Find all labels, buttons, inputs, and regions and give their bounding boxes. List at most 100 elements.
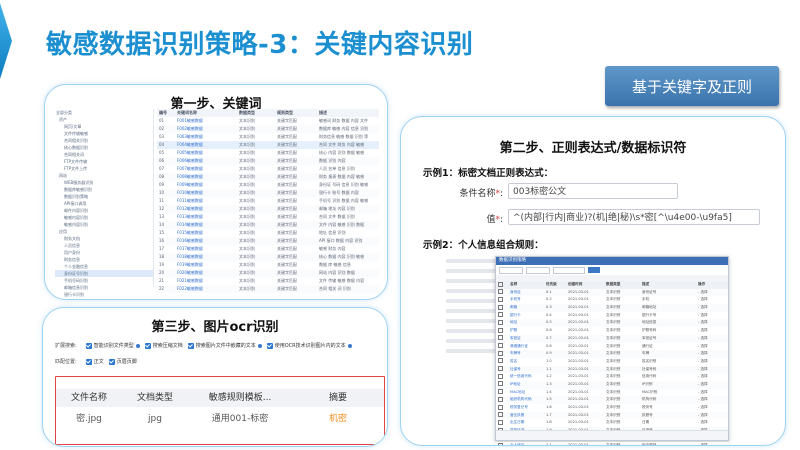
table-row[interactable]: 组织机构代码 1.5 2021-03-01 文本识别 机构代码 - 选择 — [496, 396, 728, 404]
table-row[interactable]: 13 F013敏感数据 文本识别 关键字匹配 合同 文件 数据 识别 — [157, 213, 379, 221]
table-row[interactable]: 密.jpg jpg 通用001-标密 机密 — [56, 407, 384, 431]
table-cell[interactable]: F006敏感数据 — [175, 157, 237, 165]
table-row[interactable]: 港澳通行证 0.8 2021-03-01 文本识别 通行证 - 选择 — [496, 343, 728, 351]
tree-item[interactable]: 邮箱信息识别 — [55, 284, 153, 291]
table-row[interactable]: 邮箱 0.3 2021-03-01 文本识别 邮箱地址 - 选择 — [496, 304, 728, 312]
checkbox[interactable] — [85, 342, 92, 349]
row-checkbox[interactable] — [498, 389, 503, 395]
table-cell[interactable]: - 选择 — [696, 296, 728, 304]
row-checkbox[interactable] — [498, 366, 503, 372]
table-row[interactable]: 21 F021敏感数据 文本识别 关键字匹配 文件 传输 敏感 数据 内容 — [157, 277, 379, 285]
table-row[interactable]: 08 F008敏感数据 文本识别 关键字匹配 财务 报表 数据 内容 敏感 — [157, 173, 379, 181]
table-cell[interactable]: F021敏感数据 — [175, 277, 237, 285]
table-cell[interactable]: F001敏感数据 — [175, 117, 237, 125]
column-header[interactable]: 优先级 — [544, 281, 566, 289]
checkbox[interactable] — [85, 358, 92, 365]
table-row[interactable]: 银行卡 0.4 2021-03-01 文本识别 银行卡号 - 选择 — [496, 312, 728, 320]
table-row[interactable]: 税务登记号 1.6 2021-03-01 文本识别 税务号 - 选择 — [496, 404, 728, 412]
table-cell[interactable]: F016敏感数据 — [175, 237, 237, 245]
row-checkbox[interactable] — [498, 419, 503, 425]
row-checkbox[interactable] — [498, 327, 503, 333]
table-cell[interactable]: - 选择 — [696, 389, 728, 397]
table-row[interactable]: 22 F022敏感数据 文本识别 关键字匹配 合同 相关 词 识别 — [157, 285, 379, 293]
tree-item[interactable]: 财务信息 — [55, 256, 153, 263]
table-cell[interactable]: - 选择 — [696, 327, 728, 335]
table-cell[interactable]: F007敏感数据 — [175, 165, 237, 173]
table-row[interactable]: 个人综合 2.1 2021-03-01 文本识别 组合规则 - 选择 — [496, 442, 728, 445]
table-row[interactable]: 11 F011敏感数据 文本识别 关键字匹配 手机号 识别 数据 内容 敏感 — [157, 197, 379, 205]
table-row[interactable]: 20 F020敏感数据 文本识别 关键字匹配 网站 内容 识别 数据 — [157, 269, 379, 277]
tree-item[interactable]: 银行卡识别 — [55, 291, 153, 298]
row-checkbox[interactable] — [498, 289, 503, 295]
tree-item[interactable]: WEB服务器识别 — [55, 179, 153, 186]
tree-item[interactable]: 身份证号识别 — [55, 270, 153, 277]
column-header[interactable]: 创建时间 — [566, 281, 604, 289]
table-row[interactable]: 地址 0.5 2021-03-01 文本识别 地址信息 - 选择 — [496, 319, 728, 328]
table-row[interactable]: MAC地址 1.4 2021-03-01 文本识别 MAC识别 - 选择 — [496, 389, 728, 397]
column-header[interactable]: 文档类型 — [122, 389, 188, 407]
tree-item[interactable]: 用户身份 — [55, 249, 153, 256]
tree-item[interactable]: 财务文档 — [55, 235, 153, 242]
row-checkbox[interactable] — [498, 381, 503, 387]
table-row[interactable]: 车牌号 0.9 2021-03-01 文本识别 车牌 - 选择 — [496, 350, 728, 358]
table-cell[interactable]: F009敏感数据 — [175, 181, 237, 189]
table-row[interactable]: 02 F002敏感数据 文本识别 关键字匹配 数据库 敏感 内容 信息 识别 — [157, 125, 379, 133]
table-cell[interactable]: F008敏感数据 — [175, 173, 237, 181]
table-row[interactable]: 身份证 0.1 2021-03-01 文本识别 身份证号 - 选择 — [496, 288, 728, 297]
table-cell[interactable]: - 选择 — [696, 304, 728, 312]
table-row[interactable]: 06 F006敏感数据 文本识别 关键字匹配 数据 识别 内容 — [157, 157, 379, 165]
column-header[interactable]: 描述 — [640, 281, 696, 289]
table-row[interactable]: 05 F005敏感数据 文本识别 关键字匹配 核心 内容 识别 数据 敏感 — [157, 149, 379, 157]
tree-item[interactable]: API接口调用 — [55, 200, 153, 207]
table-cell[interactable]: F010敏感数据 — [175, 189, 237, 197]
table-row[interactable]: 14 F014敏感数据 文本识别 关键字匹配 文件 内容 敏感 识别 数据 — [157, 221, 379, 229]
row-checkbox[interactable] — [498, 396, 503, 402]
table-cell[interactable]: - 选择 — [696, 442, 728, 445]
table-cell[interactable]: - 选择 — [696, 289, 728, 297]
table-row[interactable]: 12 F012敏感数据 文本识别 关键字匹配 邮箱 地址 内容 识别 — [157, 205, 379, 213]
tree-item[interactable]: 全部分类 — [55, 109, 153, 116]
table-row[interactable]: 15 F015敏感数据 文本识别 关键字匹配 地址 信息 识别 — [157, 229, 379, 237]
row-checkbox[interactable] — [498, 373, 503, 379]
tree-item[interactable]: 敏感内容识别 — [55, 221, 153, 228]
row-checkbox[interactable] — [498, 442, 503, 445]
table-cell[interactable]: - 选择 — [696, 335, 728, 343]
checkbox[interactable] — [266, 342, 273, 349]
table-cell[interactable]: F002敏感数据 — [175, 125, 237, 133]
tree-item[interactable]: 合同相关词 — [55, 151, 153, 158]
table-row[interactable]: 姓名 1.0 2021-03-01 文本识别 姓名识别 - 选择 — [496, 358, 728, 366]
table-cell[interactable]: - 选择 — [696, 358, 728, 366]
table-cell[interactable]: F014敏感数据 — [175, 221, 237, 229]
checkbox[interactable] — [144, 342, 151, 349]
table-row[interactable]: 17 F017敏感数据 文本识别 关键字匹配 敏感 财务 内容 — [157, 245, 379, 253]
table-row[interactable]: 手机号 0.2 2021-03-01 文本识别 手机 - 选择 — [496, 296, 728, 304]
checkbox[interactable] — [108, 358, 115, 365]
filter-input[interactable] — [499, 266, 523, 274]
table-row[interactable]: 01 F001敏感数据 文本识别 关键字匹配 敏感词 财务 数据 内容 文件 — [157, 117, 379, 125]
table-cell[interactable]: F017敏感数据 — [175, 245, 237, 253]
column-header[interactable]: 文件名称 — [56, 389, 122, 407]
table-cell[interactable]: - 选择 — [696, 412, 728, 420]
tree-item[interactable]: 核心数据识别 — [55, 144, 153, 151]
table-cell[interactable]: F005敏感数据 — [175, 149, 237, 157]
tree-item[interactable]: 个人金融信息 — [55, 263, 153, 270]
tree-item[interactable]: 网站 — [55, 172, 153, 179]
tree-item[interactable]: 网页/文章 — [55, 123, 153, 130]
column-header[interactable]: 编号 — [157, 109, 175, 117]
table-row[interactable]: 军官证 0.7 2021-03-01 文本识别 军官证号 - 选择 — [496, 334, 728, 343]
table-cell[interactable]: F011敏感数据 — [175, 197, 237, 205]
table-row[interactable]: 18 F018敏感数据 文本识别 关键字匹配 核心 数据 内容 识别 敏感 — [157, 253, 379, 261]
table-cell[interactable]: F019敏感数据 — [175, 261, 237, 269]
table-cell[interactable]: F003敏感数据 — [175, 133, 237, 141]
row-checkbox[interactable] — [498, 335, 503, 341]
table-cell[interactable]: F020敏感数据 — [175, 269, 237, 277]
table-cell[interactable]: - 选择 — [696, 404, 728, 412]
row-checkbox[interactable] — [498, 319, 503, 325]
table-cell[interactable]: - 选择 — [696, 419, 728, 427]
table-row[interactable]: 护照 0.6 2021-03-01 文本识别 护照号码 - 选择 — [496, 327, 728, 335]
table-row[interactable]: 社保号 1.1 2021-03-01 文本识别 社保号码 - 选择 — [496, 365, 728, 374]
tree-item[interactable]: 数据识别策略 — [55, 193, 153, 200]
tree-item[interactable]: 数据库敏感识别 — [55, 186, 153, 193]
row-checkbox[interactable] — [498, 412, 503, 418]
row-checkbox[interactable] — [498, 404, 503, 410]
